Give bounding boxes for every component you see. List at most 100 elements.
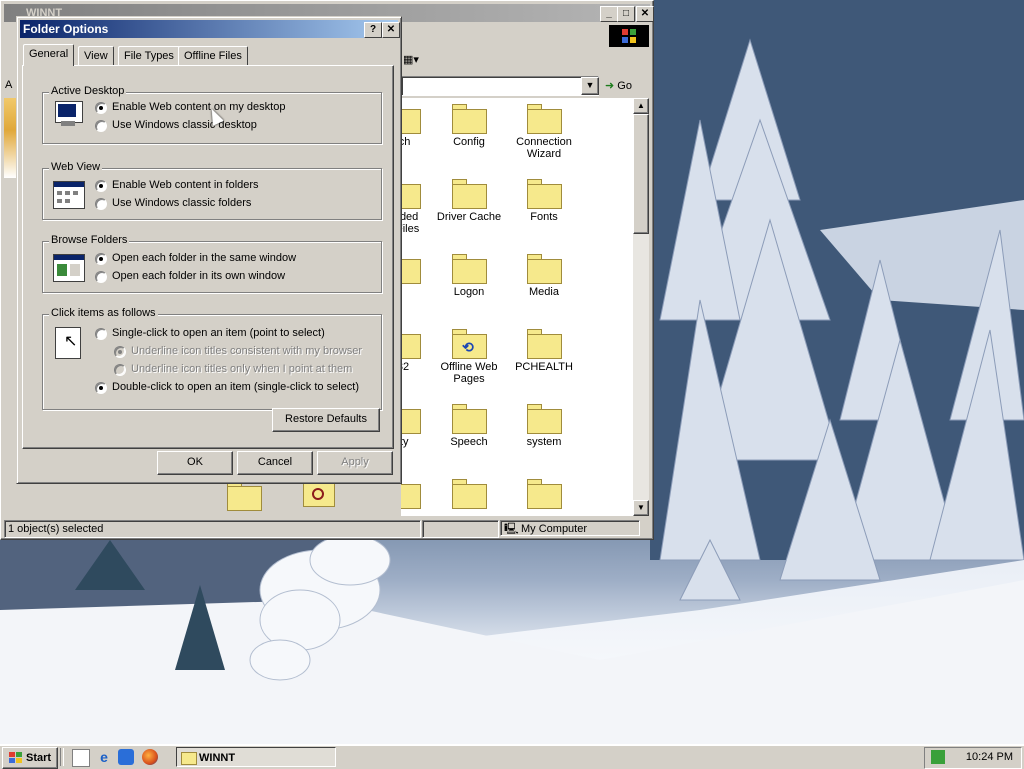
enable-web-desktop-label[interactable]: Enable Web content on my desktop bbox=[112, 101, 285, 113]
help-button[interactable]: ? bbox=[364, 22, 382, 38]
folder-item[interactable] bbox=[429, 479, 509, 511]
enable-web-desktop-radio[interactable] bbox=[95, 102, 107, 114]
desktop-icon bbox=[53, 101, 83, 129]
vertical-scrollbar[interactable]: ▲ ▼ bbox=[633, 98, 649, 516]
folder-item[interactable]: Connection Wizard bbox=[504, 104, 584, 160]
go-arrow-icon: ➜ bbox=[605, 80, 615, 92]
my-computer-icon: 🖳 bbox=[504, 523, 519, 535]
same-window-radio[interactable] bbox=[95, 253, 107, 265]
folder-icon bbox=[181, 752, 197, 765]
classic-folders-radio[interactable] bbox=[95, 198, 107, 210]
close-icon: ✕ bbox=[386, 24, 396, 35]
same-window-label[interactable]: Open each folder in the same window bbox=[112, 252, 296, 264]
folder-icon bbox=[452, 179, 487, 209]
single-click-radio[interactable] bbox=[95, 328, 107, 340]
close-button[interactable]: ✕ bbox=[382, 22, 400, 38]
enable-web-folders-label[interactable]: Enable Web content in folders bbox=[112, 179, 259, 191]
start-button[interactable]: Start bbox=[2, 747, 58, 769]
folder-icon[interactable] bbox=[227, 481, 262, 511]
web-view-group: Web View Enable Web content in folders U… bbox=[42, 161, 382, 220]
show-desktop-icon[interactable] bbox=[72, 749, 90, 767]
address-dropdown-button[interactable]: ▼ bbox=[581, 77, 599, 95]
media-file-icon[interactable] bbox=[303, 481, 335, 507]
tab-view[interactable]: View bbox=[78, 46, 114, 65]
maximize-button[interactable]: □ bbox=[617, 6, 635, 22]
folder-options-dialog: Folder Options ? ✕ General View File Typ… bbox=[16, 16, 402, 484]
folder-icon bbox=[452, 254, 487, 284]
own-window-radio[interactable] bbox=[95, 271, 107, 283]
browse-folders-label: Browse Folders bbox=[49, 234, 130, 246]
folder-item[interactable]: Logon bbox=[429, 254, 509, 298]
status-blank bbox=[422, 520, 499, 538]
address-field[interactable] bbox=[401, 76, 599, 96]
folder-icon bbox=[527, 329, 562, 359]
scroll-thumb[interactable] bbox=[633, 114, 649, 234]
own-window-label[interactable]: Open each folder in its own window bbox=[112, 270, 285, 282]
folder-item[interactable]: ⟲ Offline Web Pages bbox=[429, 329, 509, 385]
folder-icon bbox=[527, 179, 562, 209]
general-tab-panel: Active Desktop Enable Web content on my … bbox=[22, 65, 394, 449]
folder-item[interactable]: Driver Cache bbox=[429, 179, 509, 223]
restore-defaults-button[interactable]: Restore Defaults bbox=[272, 408, 380, 432]
tab-offline-files[interactable]: Offline Files bbox=[178, 46, 248, 65]
tab-general[interactable]: General bbox=[23, 44, 75, 66]
folder-label: system bbox=[526, 436, 562, 448]
folder-icon bbox=[452, 104, 487, 134]
cancel-button[interactable]: Cancel bbox=[237, 451, 313, 475]
folder-item[interactable]: Speech bbox=[429, 404, 509, 448]
classic-desktop-radio[interactable] bbox=[95, 120, 107, 132]
status-bar: 1 object(s) selected 🖳 My Computer bbox=[4, 519, 650, 538]
enable-web-folders-radio[interactable] bbox=[95, 180, 107, 192]
double-click-label[interactable]: Double-click to open an item (single-cli… bbox=[112, 381, 359, 393]
sync-arrows-icon: ⟲ bbox=[462, 339, 474, 355]
folder-icon bbox=[401, 179, 421, 209]
folder-label: Media bbox=[529, 286, 559, 298]
folder-contents-view[interactable]: tch Config Connection Wizard oaded n Fil… bbox=[401, 98, 633, 516]
taskbar: Start e WINNT 10:24 PM bbox=[0, 744, 1024, 769]
folder-label: Speech bbox=[450, 436, 488, 448]
folder-icon bbox=[401, 254, 421, 284]
folder-item[interactable]: Media bbox=[504, 254, 584, 298]
browse-window-icon bbox=[53, 254, 85, 282]
folder-icon bbox=[527, 104, 562, 134]
minimize-button[interactable]: _ bbox=[600, 6, 618, 22]
clock[interactable]: 10:24 PM bbox=[966, 751, 1013, 763]
offline-web-pages-folder-icon: ⟲ bbox=[452, 329, 487, 359]
web-folder-icon bbox=[53, 181, 85, 209]
taskbar-item-winnt[interactable]: WINNT bbox=[176, 747, 336, 767]
status-zone-label: My Computer bbox=[521, 523, 588, 535]
folder-item[interactable]: PCHEALTH bbox=[504, 329, 584, 373]
network-tray-icon[interactable] bbox=[931, 750, 945, 764]
ok-button[interactable]: OK bbox=[157, 451, 233, 475]
tab-file-types[interactable]: File Types bbox=[118, 46, 180, 65]
folder-icon bbox=[527, 479, 562, 509]
web-view-label: Web View bbox=[49, 161, 103, 173]
views-menu-icon[interactable]: ▦▾ bbox=[403, 53, 429, 69]
browse-folders-group: Browse Folders Open each folder in the s… bbox=[42, 234, 382, 293]
close-button[interactable]: ✕ bbox=[636, 6, 654, 22]
single-click-label[interactable]: Single-click to open an item (point to s… bbox=[112, 327, 325, 339]
go-label: Go bbox=[617, 80, 632, 92]
folder-item[interactable]: Config bbox=[429, 104, 509, 148]
go-button[interactable]: ➜ Go bbox=[605, 77, 645, 95]
folder-icon bbox=[527, 404, 562, 434]
internet-explorer-icon[interactable]: e bbox=[96, 749, 112, 765]
classic-desktop-label[interactable]: Use Windows classic desktop bbox=[112, 119, 257, 131]
scroll-down-button[interactable]: ▼ bbox=[633, 500, 649, 516]
underline-browser-radio bbox=[114, 346, 126, 358]
dialog-title: Folder Options bbox=[23, 22, 109, 36]
double-click-radio[interactable] bbox=[95, 382, 107, 394]
folder-item[interactable]: system bbox=[504, 404, 584, 448]
folder-item[interactable] bbox=[504, 479, 584, 511]
windows-flag-icon bbox=[8, 752, 23, 764]
folder-item[interactable]: Fonts bbox=[504, 179, 584, 223]
folder-label: Fonts bbox=[530, 211, 558, 223]
scroll-up-button[interactable]: ▲ bbox=[633, 98, 649, 114]
classic-folders-label[interactable]: Use Windows classic folders bbox=[112, 197, 251, 209]
folder-label: Config bbox=[453, 136, 485, 148]
dialog-title-bar[interactable]: Folder Options ? ✕ bbox=[20, 20, 400, 38]
folder-icon bbox=[452, 479, 487, 509]
outlook-express-icon[interactable] bbox=[118, 749, 134, 765]
firefox-icon[interactable] bbox=[142, 749, 158, 765]
folder-label: Driver Cache bbox=[436, 211, 502, 223]
